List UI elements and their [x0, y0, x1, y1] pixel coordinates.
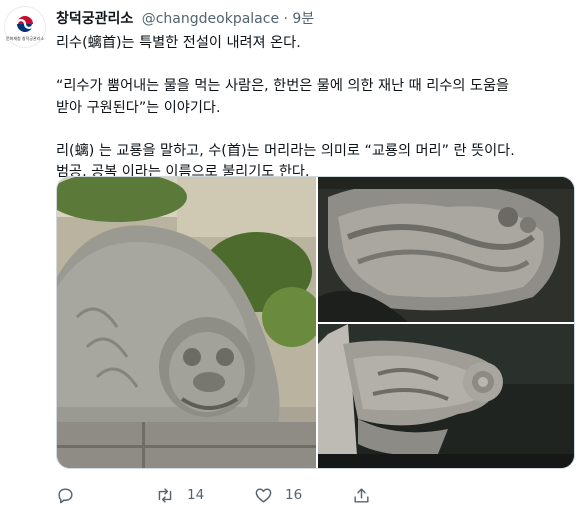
tweet-line-gap: [56, 55, 578, 77]
retweet-count: 14: [187, 487, 205, 503]
display-name[interactable]: 창덕궁관리소: [56, 11, 133, 27]
carved-dragon-relief-photo[interactable]: [318, 177, 574, 322]
retweet-icon: [158, 487, 172, 503]
like-count: 16: [285, 487, 303, 503]
reply-icon: [58, 487, 73, 503]
avatar[interactable]: 문화재청 창덕궁관리소: [4, 6, 46, 48]
share-button[interactable]: [352, 484, 371, 506]
reply-button[interactable]: [56, 484, 87, 506]
avatar-caption: 문화재청 창덕궁관리소: [5, 36, 45, 41]
tweet-line: “리수가 뿜어내는 물을 먹는 사람은, 한번은 물에 의한 재난 때 리수의 …: [56, 78, 510, 94]
tweet-line: 리(螭) 는 교룡을 말하고, 수(首)는 머리라는 의미로 “교룡의 머리” …: [56, 142, 515, 159]
stone-creature-head-photo[interactable]: [57, 177, 316, 468]
tweet-card[interactable]: 문화재청 창덕궁관리소 창덕궁관리소 @changdeokpalace · 9분…: [0, 0, 583, 514]
tweet-line: 받아 구원된다”는 이야기다.: [56, 99, 221, 116]
like-button[interactable]: 16: [254, 484, 302, 506]
tweet-line: 리수(螭首)는 특별한 전설이 내려져 온다.: [56, 35, 301, 51]
heart-icon: [255, 487, 272, 503]
stone-dragon-spout-photo[interactable]: [318, 324, 574, 468]
user-handle[interactable]: @changdeokpalace: [142, 11, 279, 27]
tweet-header: 창덕궁관리소 @changdeokpalace · 9분: [56, 9, 314, 29]
header-separator: ·: [283, 11, 288, 27]
tweet-actions: 14 16: [56, 484, 476, 506]
tweet-line-gap: [56, 119, 578, 141]
tweet-media-grid: [56, 176, 575, 469]
tweet-timestamp[interactable]: 9분: [292, 11, 314, 27]
share-icon: [354, 487, 369, 503]
retweet-button[interactable]: 14: [155, 484, 204, 506]
tweet-text: 리수(螭首)는 특별한 전설이 내려져 온다. “리수가 뿜어내는 물을 먹는 …: [56, 33, 578, 184]
korean-government-emblem-icon: [15, 16, 35, 32]
